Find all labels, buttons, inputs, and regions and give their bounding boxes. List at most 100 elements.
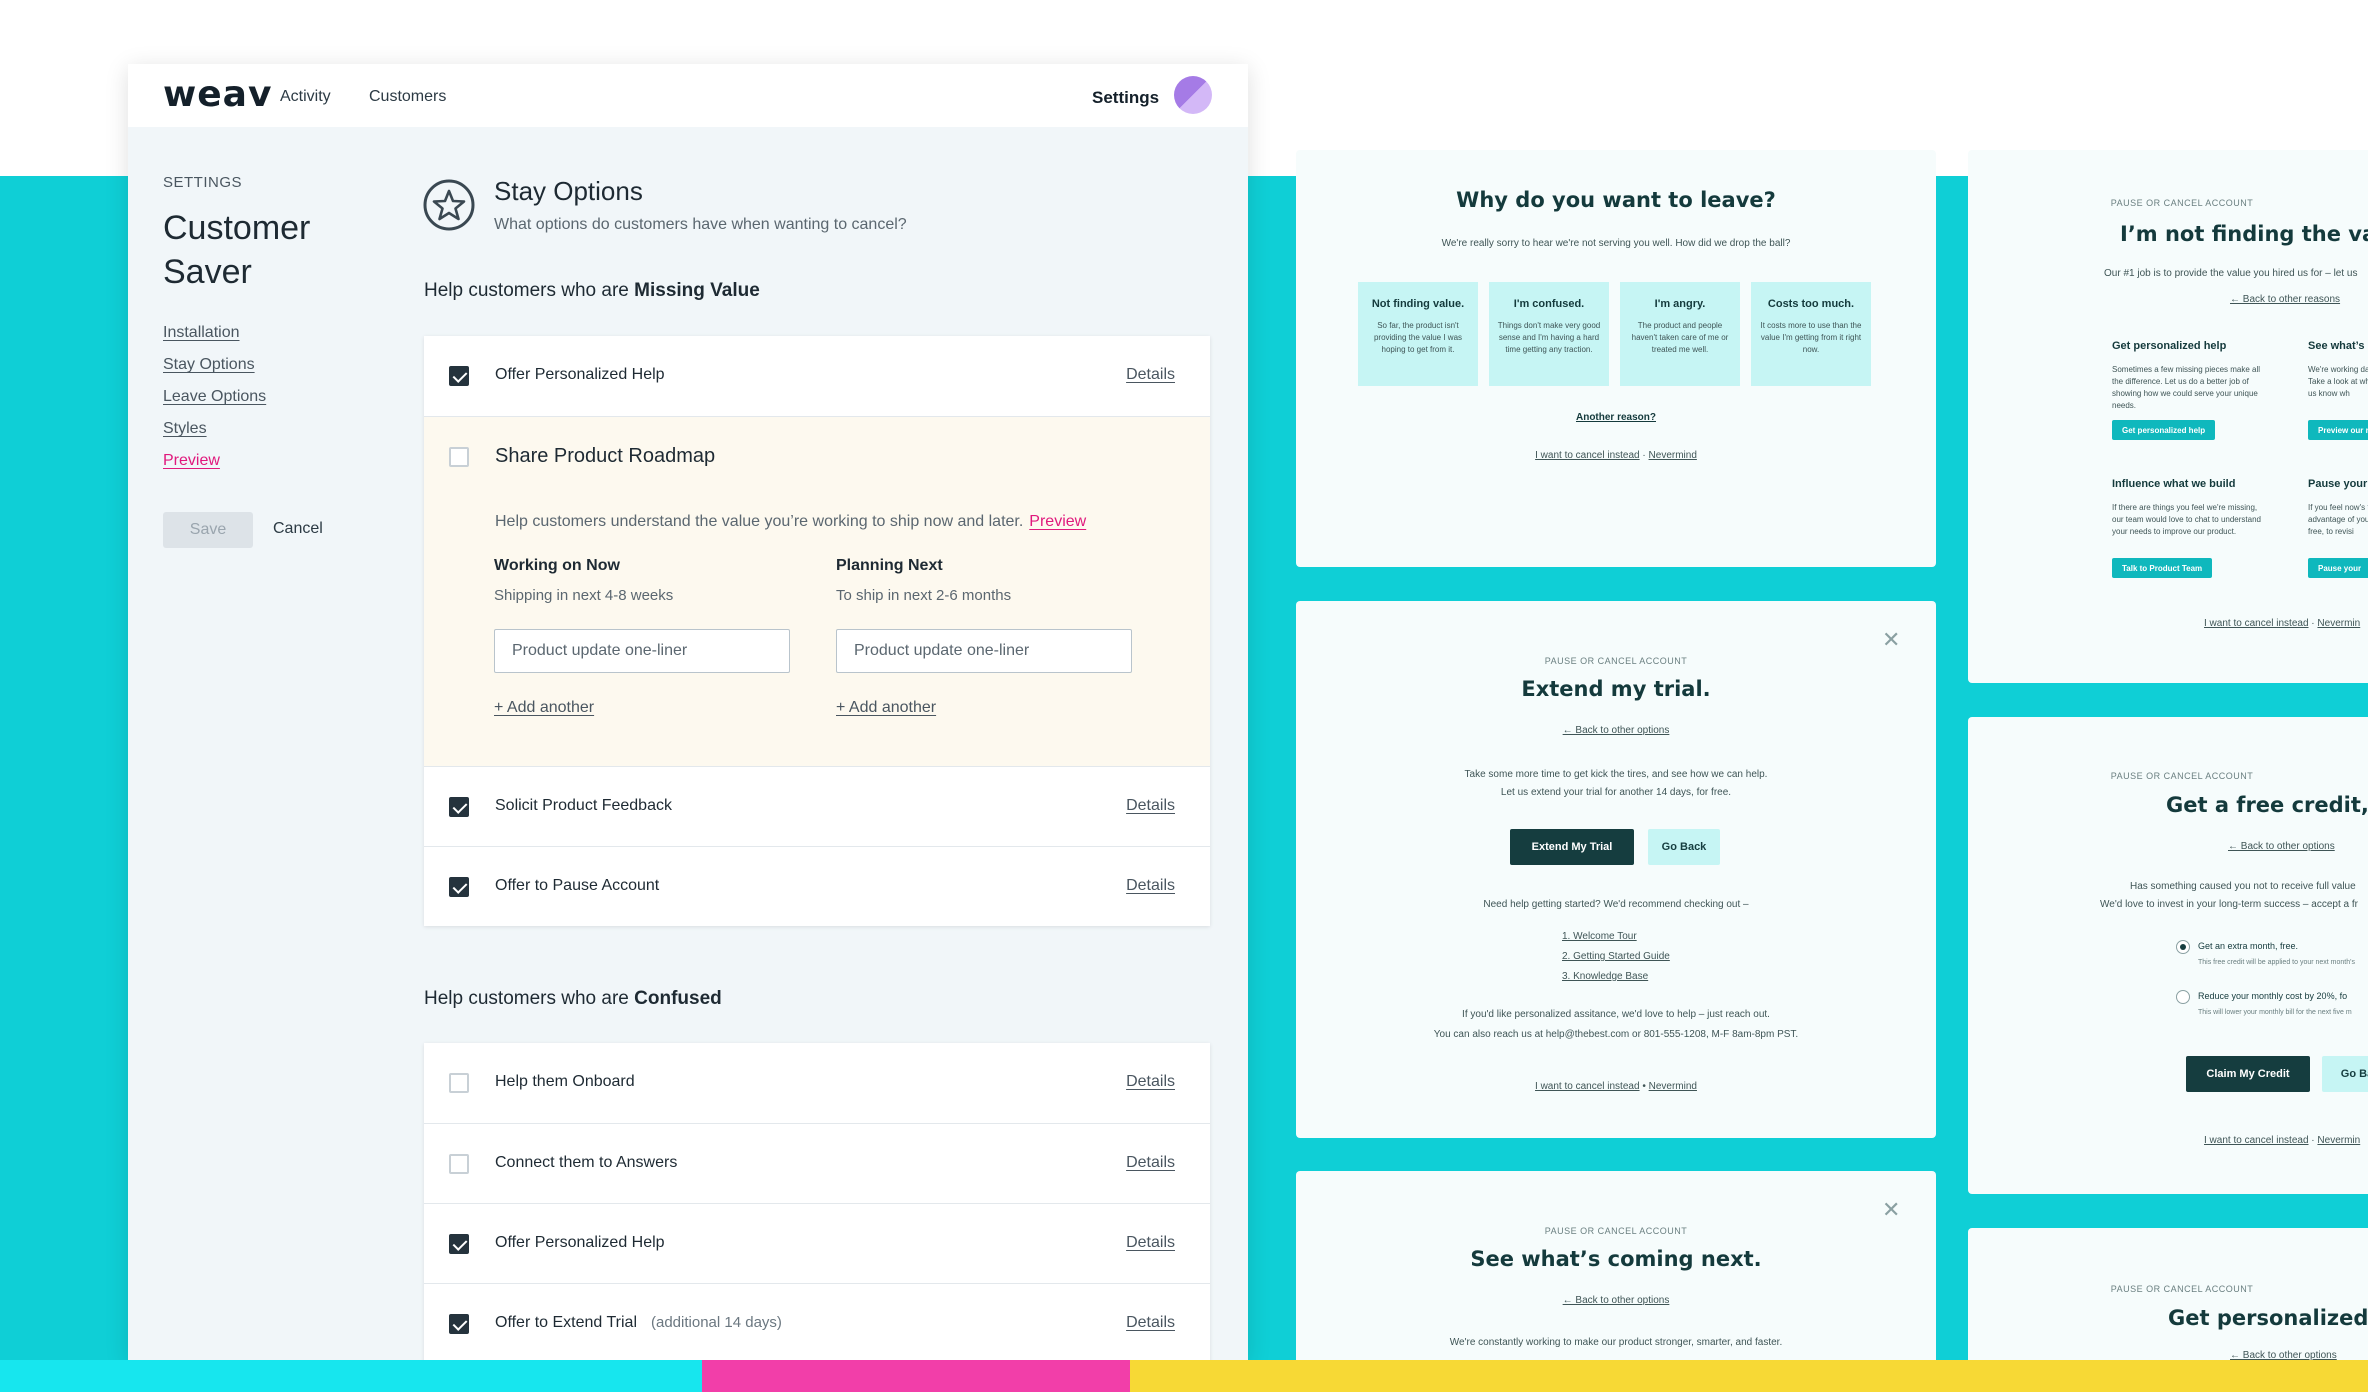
back-link[interactable]: ← Back to other reasons (2230, 294, 2340, 305)
working-now-input[interactable]: Product update one-liner (494, 629, 790, 673)
body-line-1: Has something caused you not to receive … (2130, 881, 2356, 892)
row-label: Connect them to Answers (495, 1154, 678, 1171)
nevermind-link[interactable]: Nevermin (2317, 618, 2360, 629)
go-back-button[interactable]: Go Back (1648, 829, 1720, 865)
block-title: Pause your (2308, 478, 2368, 490)
cancel-instead-link[interactable]: I want to cancel instead (2204, 1135, 2309, 1146)
option-label: Get an extra month, free. (2198, 941, 2299, 951)
nevermind-link[interactable]: Nevermin (2317, 1135, 2360, 1146)
go-back-button[interactable]: Go Ba (2322, 1056, 2368, 1092)
personal-help-text: If you'd like personalized assitance, we… (1462, 1009, 1770, 1020)
roadmap-title: Share Product Roadmap (495, 445, 716, 467)
expanded-roadmap-panel: Share Product Roadmap Help customers und… (424, 416, 1210, 766)
radio-extra-month[interactable] (2176, 940, 2190, 954)
cancel-row: I want to cancel instead • Nevermind (1535, 1081, 1697, 1092)
close-icon[interactable]: ✕ (1882, 627, 1900, 653)
sidebar-item-stay-options[interactable]: Stay Options (163, 356, 255, 374)
get-personalized-help-button[interactable]: Get personalized help (2112, 420, 2216, 440)
save-button[interactable]: Save (163, 512, 253, 548)
extend-trial-button[interactable]: Extend My Trial (1510, 829, 1634, 865)
list-item: Solicit Product Feedback Details (424, 766, 1210, 846)
details-link[interactable]: Details (1126, 877, 1175, 895)
option-label: Reduce your monthly cost by 20%, fo (2198, 991, 2348, 1001)
another-reason-link[interactable]: Another reason? (1296, 412, 1936, 423)
checkbox-personalized-help[interactable] (449, 366, 469, 386)
preview-why-leave: Why do you want to leave? We're really s… (1296, 150, 1936, 567)
checkbox-share-roadmap[interactable] (449, 447, 469, 467)
option-sublabel: This will lower your monthly bill for th… (2198, 1009, 2352, 1016)
confused-card: Help them Onboard Details Connect them t… (424, 1043, 1210, 1360)
back-link[interactable]: ← Back to other options (2228, 841, 2335, 852)
eyebrow: PAUSE OR CANCEL ACCOUNT (2110, 198, 2254, 208)
preview-subtitle: Our #1 job is to provide the value you h… (2104, 268, 2358, 279)
option-costs-too-much[interactable]: Costs too much. It costs more to use than… (1751, 282, 1871, 386)
preview-roadmap-button[interactable]: Preview our r (2308, 420, 2368, 440)
option-angry[interactable]: I'm angry. The product and people haven't… (1620, 282, 1740, 386)
cancel-button[interactable]: Cancel (273, 520, 323, 538)
add-another-next-link[interactable]: + Add another (836, 699, 936, 717)
checkbox-connect-answers[interactable] (449, 1154, 469, 1174)
sidebar-item-installation[interactable]: Installation (163, 324, 240, 342)
sidebar-item-preview[interactable]: Preview (163, 452, 220, 470)
cancel-instead-link[interactable]: I want to cancel instead (2204, 618, 2309, 629)
list-item: Connect them to Answers Details (424, 1123, 1210, 1203)
add-another-now-link[interactable]: + Add another (494, 699, 594, 717)
logo: weav (163, 74, 273, 115)
cancel-instead-link[interactable]: I want to cancel instead (1535, 1081, 1640, 1092)
talk-to-product-team-button[interactable]: Talk to Product Team (2112, 558, 2213, 578)
eyebrow: PAUSE OR CANCEL ACCOUNT (1544, 656, 1688, 666)
preview-not-finding-value: PAUSE OR CANCEL ACCOUNT I’m not finding … (1968, 150, 2368, 683)
sidebar-item-styles[interactable]: Styles (163, 420, 207, 438)
block-title: Influence what we build (2112, 478, 2236, 490)
row-extra: (additional 14 days) (651, 1314, 782, 1331)
body-line-2: Let us extend your trial for another 14 … (1500, 787, 1732, 798)
details-link[interactable]: Details (1126, 797, 1175, 815)
body-line-2: We'd love to invest in your long-term su… (2100, 899, 2358, 910)
sidebar-section-label: SETTINGS (163, 174, 243, 191)
nav-settings[interactable]: Settings (1092, 88, 1159, 108)
nav-activity[interactable]: Activity (280, 88, 331, 106)
avatar[interactable] (1174, 76, 1212, 114)
option-not-finding-value[interactable]: Not finding value. So far, the product is… (1358, 282, 1478, 386)
checkbox-help-onboard[interactable] (449, 1073, 469, 1093)
resource-link[interactable]: 3. Knowledge Base (1562, 971, 1648, 982)
preview-subtitle: We're really sorry to hear we're not ser… (1441, 238, 1791, 249)
stripe-yellow (1130, 1360, 2368, 1392)
planning-next-input[interactable]: Product update one-liner (836, 629, 1132, 673)
back-link[interactable]: ← Back to other options (1296, 725, 1936, 736)
planning-next-title: Planning Next (836, 557, 943, 574)
nav-customers[interactable]: Customers (369, 88, 446, 106)
option-confused[interactable]: I'm confused. Things don't make very good… (1489, 282, 1609, 386)
claim-credit-button[interactable]: Claim My Credit (2186, 1056, 2310, 1092)
stripe-cyan (0, 1360, 702, 1392)
row-label: Offer to Pause Account (495, 877, 660, 894)
resource-link[interactable]: 1. Welcome Tour (1562, 931, 1637, 942)
eyebrow: PAUSE OR CANCEL ACCOUNT (2110, 771, 2254, 781)
top-nav: weav Activity Customers Settings (128, 64, 1248, 127)
resource-link[interactable]: 2. Getting Started Guide (1562, 951, 1670, 962)
details-link[interactable]: Details (1126, 1314, 1175, 1332)
details-link[interactable]: Details (1126, 366, 1175, 384)
checkbox-pause-account[interactable] (449, 877, 469, 897)
checkbox-solicit-feedback[interactable] (449, 797, 469, 817)
close-icon[interactable]: ✕ (1882, 1197, 1900, 1223)
back-link[interactable]: ← Back to other options (1296, 1295, 1936, 1306)
sidebar-item-leave-options[interactable]: Leave Options (163, 388, 266, 406)
details-link[interactable]: Details (1126, 1073, 1175, 1091)
list-item: Offer to Pause Account Details (424, 846, 1210, 926)
checkbox-extend-trial[interactable] (449, 1314, 469, 1334)
nevermind-link[interactable]: Nevermind (1649, 450, 1697, 461)
working-now-sub: Shipping in next 4-8 weeks (494, 587, 674, 604)
radio-reduce-cost[interactable] (2176, 990, 2190, 1004)
eyebrow: PAUSE OR CANCEL ACCOUNT (2110, 1284, 2254, 1294)
preview-extend-trial: ✕ PAUSE OR CANCEL ACCOUNT Extend my tria… (1296, 601, 1936, 1138)
preview-link[interactable]: Preview (1029, 513, 1086, 530)
checkbox-personalized-help-2[interactable] (449, 1234, 469, 1254)
pause-account-button[interactable]: Pause your (2308, 558, 2368, 578)
cancel-instead-link[interactable]: I want to cancel instead (1535, 450, 1640, 461)
details-link[interactable]: Details (1126, 1154, 1175, 1172)
preview-free-credit: PAUSE OR CANCEL ACCOUNT Get a free credi… (1968, 717, 2368, 1194)
nevermind-link[interactable]: Nevermind (1649, 1081, 1697, 1092)
block-desc: Sometimes a few missing pieces make all … (2112, 365, 2261, 410)
details-link[interactable]: Details (1126, 1234, 1175, 1252)
